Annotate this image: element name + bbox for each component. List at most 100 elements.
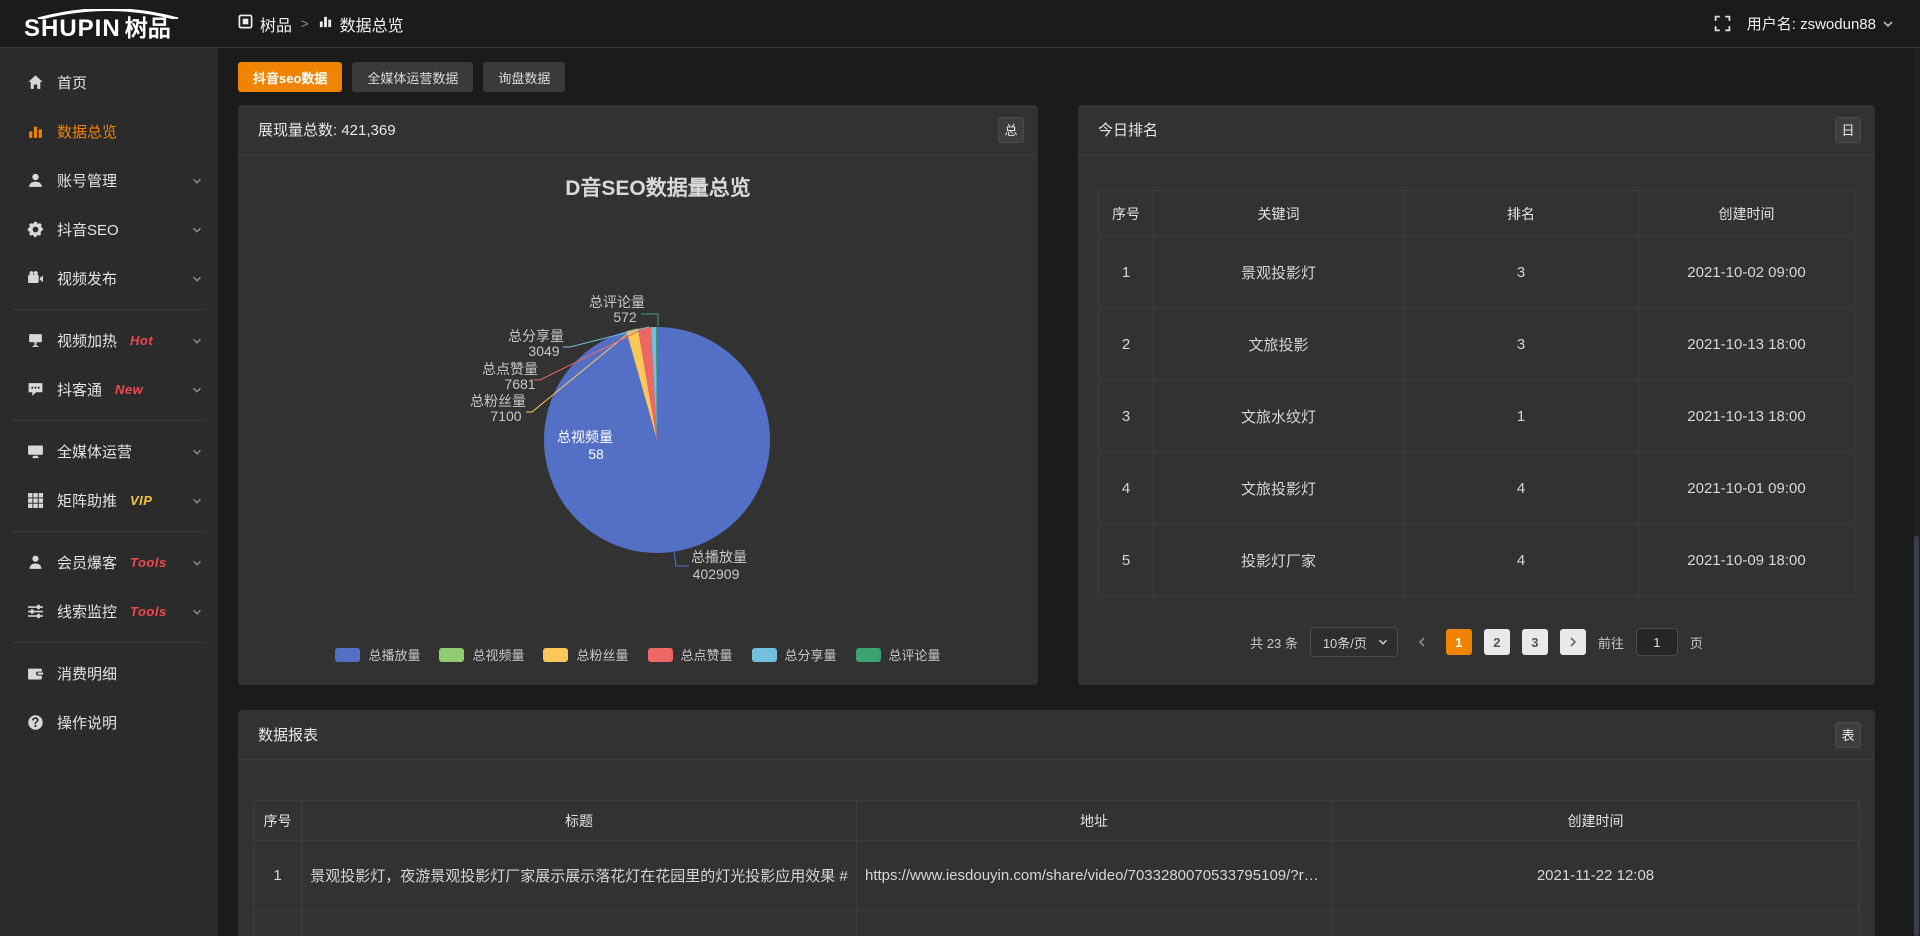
pie-legend: 总播放量总视频量 总粉丝量 总点赞量总分享量总评论量 <box>238 645 1038 664</box>
ranking-cell: 4 <box>1099 453 1154 525</box>
sidebar-item-9[interactable]: 矩阵助推VIP <box>0 476 218 525</box>
chevron-down-icon <box>191 446 203 458</box>
report-col-header: 地址 <box>857 801 1332 841</box>
sidebar-item-7[interactable]: 抖客通New <box>0 365 218 414</box>
report-row[interactable]: 1景观投影灯，夜游景观投影灯厂家展示展示落花灯在花园里的灯光投影应用效果 #ht… <box>254 841 1860 911</box>
sidebar-divider <box>12 642 206 643</box>
bar-chart-icon <box>27 123 44 140</box>
sidebar-item-label: 全媒体运营 <box>57 441 132 462</box>
ranking-row[interactable]: 5投影灯厂家42021-10-09 18:00 <box>1099 525 1855 597</box>
next-page-button[interactable] <box>1560 629 1586 655</box>
page-button-1[interactable]: 1 <box>1446 629 1472 655</box>
ranking-row[interactable]: 4文旅投影灯42021-10-01 09:00 <box>1099 453 1855 525</box>
breadcrumb-current[interactable]: 数据总览 <box>318 12 404 36</box>
legend-item-总评论量[interactable]: 总评论量 <box>856 645 941 664</box>
main-content: 抖音seo数据全媒体运营数据询盘数据 展现量总数: 421,369 总 D音SE… <box>218 48 1920 936</box>
prev-page-button[interactable] <box>1410 629 1434 655</box>
sidebar-item-1[interactable]: 首页 <box>0 58 218 107</box>
legend-swatch <box>856 648 881 662</box>
sidebar-item-8[interactable]: 全媒体运营 <box>0 427 218 476</box>
tab-3[interactable]: 询盘数据 <box>483 62 565 92</box>
ranking-row[interactable]: 3文旅水纹灯12021-10-13 18:00 <box>1099 381 1855 453</box>
ranking-cell: 2021-10-02 09:00 <box>1639 237 1855 309</box>
today-ranking-panel: 今日排名 日 序号关键词排名创建时间 1景观投影灯32021-10-02 09:… <box>1078 105 1875 685</box>
sidebar-item-12[interactable]: 消费明细 <box>0 649 218 698</box>
legend-item-总点赞量[interactable]: 总点赞量 <box>648 645 733 664</box>
report-cell-url[interactable]: https://www.iesdouyin.com/share/video/70… <box>857 841 1332 911</box>
report-table-header: 序号标题地址创建时间 <box>254 801 1860 841</box>
sidebar-item-11[interactable]: 线索监控Tools <box>0 587 218 636</box>
pie-label-line-总播放量 <box>674 551 689 566</box>
ranking-cell: 2 <box>1099 309 1154 381</box>
breadcrumb-root[interactable]: 树品 <box>238 12 292 36</box>
ranking-cell: 1 <box>1404 381 1639 453</box>
ranking-cell: 2021-10-13 18:00 <box>1639 309 1855 381</box>
fullscreen-icon[interactable] <box>1714 15 1731 32</box>
legend-swatch <box>752 648 777 662</box>
legend-item-总粉丝量[interactable]: 总粉丝量 <box>543 645 628 664</box>
pie-label-value-总分享量: 3049 <box>528 343 559 359</box>
chevron-down-icon <box>191 175 203 187</box>
legend-item-总视频量[interactable]: 总视频量 <box>439 645 524 664</box>
ranking-row[interactable]: 1景观投影灯32021-10-02 09:00 <box>1099 237 1855 309</box>
page-size-select[interactable]: 10条/页 <box>1310 627 1398 657</box>
pie-chart-area: D音SEO数据量总览总播放量402909总视频量58总粉丝量7100总点赞量76… <box>238 155 1038 633</box>
tab-2[interactable]: 全媒体运营数据 <box>352 62 473 92</box>
sidebar-item-label: 线索监控 <box>57 601 117 622</box>
chevron-down-icon <box>191 335 203 347</box>
legend-item-总分享量[interactable]: 总分享量 <box>752 645 837 664</box>
ranking-title: 今日排名 <box>1098 119 1158 140</box>
report-col-header: 创建时间 <box>1332 801 1860 841</box>
legend-item-总播放量[interactable]: 总播放量 <box>335 645 420 664</box>
sidebar-item-label: 矩阵助推 <box>57 490 117 511</box>
pie-label-name-总评论量: 总评论量 <box>589 294 645 310</box>
scrollbar-thumb[interactable] <box>1914 536 1919 936</box>
legend-swatch <box>543 648 568 662</box>
ranking-cell: 3 <box>1404 237 1639 309</box>
pie-label-name-总播放量: 总播放量 <box>691 549 747 565</box>
sidebar-item-tag: Hot <box>130 333 153 348</box>
pie-label-value-总粉丝量: 7100 <box>490 408 521 424</box>
tab-1[interactable]: 抖音seo数据 <box>238 62 342 92</box>
panels-row: 展现量总数: 421,369 总 D音SEO数据量总览总播放量402909总视频… <box>238 105 1875 685</box>
data-tabs: 抖音seo数据全媒体运营数据询盘数据 <box>238 62 1875 92</box>
sidebar-item-10[interactable]: 会员爆客Tools <box>0 538 218 587</box>
ranking-cell: 2021-10-09 18:00 <box>1639 525 1855 597</box>
ranking-cell: 文旅投影 <box>1154 309 1404 381</box>
chevron-down-icon <box>191 273 203 285</box>
breadcrumb-root-label: 树品 <box>260 12 292 36</box>
gear-icon <box>27 221 44 238</box>
sidebar-item-2[interactable]: 数据总览 <box>0 107 218 156</box>
total-badge-button[interactable]: 总 <box>998 117 1024 143</box>
monitor-icon <box>27 443 44 460</box>
chart-panel-header: 展现量总数: 421,369 总 <box>238 105 1038 155</box>
page-scrollbar[interactable] <box>1913 48 1920 936</box>
goto-suffix: 页 <box>1690 633 1703 652</box>
page-button-3[interactable]: 3 <box>1522 629 1548 655</box>
day-badge-button[interactable]: 日 <box>1835 117 1861 143</box>
sidebar-item-5[interactable]: 视频发布 <box>0 254 218 303</box>
ranking-cell: 景观投影灯 <box>1154 237 1404 309</box>
ranking-cell: 3 <box>1099 381 1154 453</box>
brand-logo[interactable]: SHUPIN 树品 <box>0 7 218 41</box>
report-cell-index: 1 <box>254 841 302 911</box>
ranking-row[interactable]: 2文旅投影32021-10-13 18:00 <box>1099 309 1855 381</box>
sidebar-divider <box>12 420 206 421</box>
legend-label: 总粉丝量 <box>576 645 628 664</box>
sidebar-item-3[interactable]: 账号管理 <box>0 156 218 205</box>
question-icon <box>27 714 44 731</box>
pie-label-name-总视频量: 总视频量 <box>557 429 613 445</box>
sidebar-item-6[interactable]: 视频加热 Hot <box>0 316 218 365</box>
breadcrumb-separator: > <box>301 16 309 31</box>
ranking-cell: 4 <box>1404 453 1639 525</box>
goto-page-input[interactable] <box>1636 628 1678 656</box>
sidebar-item-label: 视频加热 <box>57 330 117 351</box>
table-badge-button[interactable]: 表 <box>1835 722 1861 748</box>
page-button-2[interactable]: 2 <box>1484 629 1510 655</box>
sidebar-item-13[interactable]: 操作说明 <box>0 698 218 747</box>
report-table: 序号标题地址创建时间 1景观投影灯，夜游景观投影灯厂家展示展示落花灯在花园里的灯… <box>253 800 1860 936</box>
sidebar-item-4[interactable]: 抖音SEO <box>0 205 218 254</box>
pie-label-name-总粉丝量: 总粉丝量 <box>470 393 526 409</box>
username-menu[interactable]: 用户名: zswodun88 <box>1747 13 1894 34</box>
seo-chart-panel: 展现量总数: 421,369 总 D音SEO数据量总览总播放量402909总视频… <box>238 105 1038 685</box>
